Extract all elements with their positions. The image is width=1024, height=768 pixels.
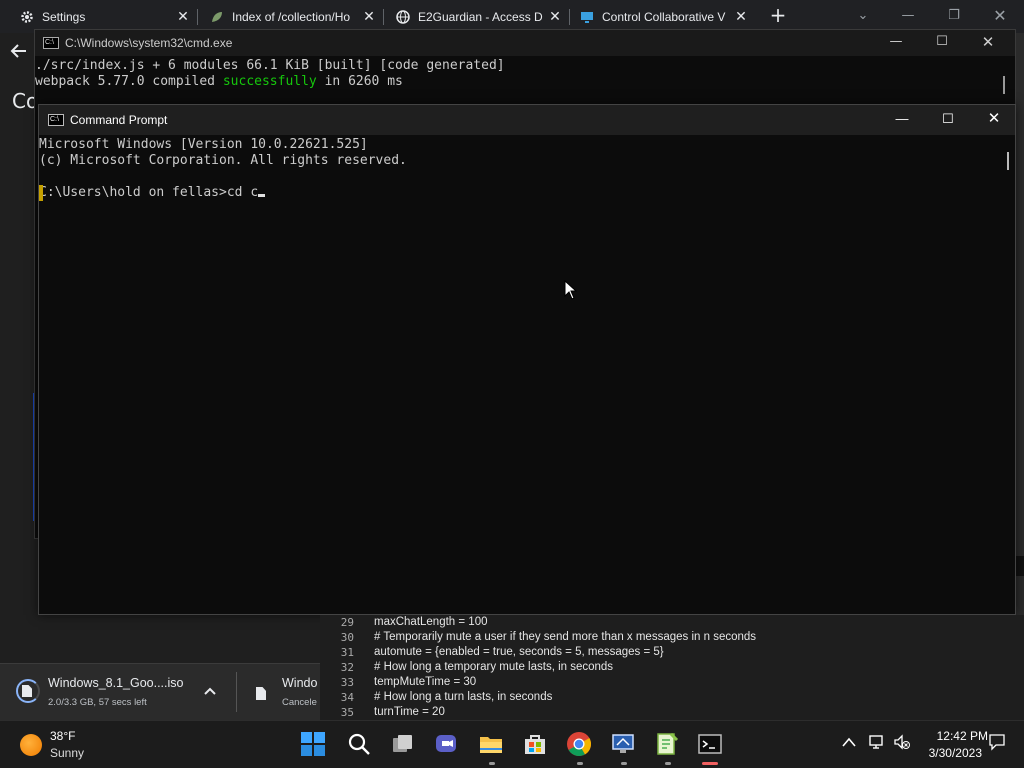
notification-icon[interactable] — [988, 733, 1006, 755]
code-line[interactable]: maxChatLength = 100 — [374, 615, 487, 630]
code-line[interactable]: tempMuteTime = 30 — [374, 675, 476, 690]
file-explorer-icon[interactable] — [478, 731, 506, 759]
close-tab-icon[interactable]: ✕ — [176, 9, 190, 23]
network-icon[interactable] — [868, 733, 886, 755]
mouse-pointer-icon — [564, 279, 578, 304]
download-filename[interactable]: Windows_8.1_Goo....iso — [48, 676, 184, 690]
download-bar: Windows_8.1_Goo....iso 2.0/3.3 GB, 57 se… — [0, 663, 320, 720]
console-text: in 6260 ms — [316, 74, 403, 89]
terminal-icon[interactable] — [697, 731, 725, 759]
tab-label: E2Guardian - Access D — [418, 9, 543, 24]
file-icon — [256, 687, 266, 700]
tab-label: Index of /collection/Ho — [232, 9, 351, 24]
line-number: 32 — [340, 661, 354, 674]
console-line: webpack 5.77.0 compiled successfully in … — [35, 74, 505, 90]
console-line: (c) Microsoft Corporation. All rights re… — [39, 153, 407, 168]
cmd-titlebar[interactable]: C:\ C:\Windows\system32\cmd.exe — [35, 30, 1015, 56]
console-text: webpack 5.77.0 compiled — [35, 74, 223, 89]
globe-icon — [396, 9, 410, 24]
code-line[interactable]: # Temporarily mute a user if they send m… — [374, 630, 756, 645]
maximize-button[interactable]: ☐ — [925, 105, 971, 135]
chat-icon[interactable] — [434, 731, 462, 759]
task-view-icon[interactable] — [390, 731, 418, 759]
cmd-window-title: Command Prompt — [70, 113, 168, 127]
code-line[interactable]: # How long a temporary mute lasts, in se… — [374, 660, 613, 675]
line-number: 31 — [340, 646, 354, 659]
running-indicator — [577, 762, 583, 765]
close-button[interactable]: ✕ — [971, 105, 1017, 135]
browser-restore-icon[interactable]: ❐ — [944, 6, 964, 26]
windows-start-icon[interactable] — [300, 731, 328, 759]
code-line[interactable]: automute = {enabled = true, seconds = 5,… — [374, 645, 664, 660]
gear-icon — [20, 10, 34, 24]
clock-time[interactable]: 12:42 PM — [926, 729, 988, 743]
taskbar: 38°F Sunny 12:42 PM 3/30/2023 — [0, 720, 1024, 768]
new-tab-icon[interactable]: + — [768, 5, 788, 26]
line-number: 30 — [340, 631, 354, 644]
leaf-icon — [210, 10, 224, 24]
close-tab-icon[interactable]: ✕ — [734, 9, 748, 23]
weather-temperature[interactable]: 38°F — [50, 729, 75, 743]
back-arrow-icon[interactable] — [10, 41, 28, 65]
running-indicator — [665, 762, 671, 765]
download-status: 2.0/3.3 GB, 57 secs left — [48, 697, 147, 708]
notepad-plus-icon[interactable] — [654, 731, 682, 759]
download-filename[interactable]: Windo — [282, 676, 320, 690]
active-indicator — [702, 762, 718, 765]
volume-muted-icon[interactable] — [893, 733, 911, 755]
console-status-success: successfully — [222, 74, 317, 89]
line-number: 34 — [340, 691, 354, 704]
minimize-button[interactable]: — — [873, 30, 919, 56]
code-line[interactable]: # How long a turn lasts, in seconds — [374, 690, 552, 705]
browser-close-icon[interactable]: ✕ — [990, 6, 1010, 26]
command-prompt-window[interactable]: C:\ Command Prompt — ☐ ✕ Microsoft Windo… — [38, 104, 1016, 615]
tab-label: Settings — [42, 9, 86, 24]
running-indicator — [489, 762, 495, 765]
minimize-button[interactable]: — — [879, 105, 925, 135]
running-indicator — [621, 762, 627, 765]
code-line[interactable]: turnTime = 20 — [374, 705, 445, 720]
microsoft-store-icon[interactable] — [522, 731, 550, 759]
download-divider — [236, 672, 237, 712]
text-cursor — [258, 194, 266, 197]
line-marker — [39, 185, 43, 201]
console-output: Microsoft Windows [Version 10.0.22621.52… — [39, 137, 407, 201]
console-output: ./src/index.js + 6 modules 66.1 KiB [bui… — [35, 58, 505, 90]
chevron-up-icon[interactable] — [842, 735, 856, 751]
search-icon[interactable] — [346, 731, 374, 759]
chrome-icon[interactable] — [566, 731, 594, 759]
line-number: 33 — [340, 676, 354, 689]
console-line: Microsoft Windows [Version 10.0.22621.52… — [39, 137, 368, 152]
maximize-button[interactable]: ☐ — [919, 30, 965, 56]
sun-icon[interactable] — [20, 734, 42, 756]
prompt-line[interactable]: C:\Users\hold on fellas>cd c — [39, 185, 407, 201]
tab-label: Control Collaborative V — [602, 9, 726, 24]
clock-date[interactable]: 3/30/2023 — [920, 746, 982, 760]
close-tab-icon[interactable]: ✕ — [362, 9, 376, 23]
scrollbar-thumb[interactable] — [1007, 152, 1009, 170]
chevron-up-icon[interactable] — [204, 684, 216, 699]
scrollbar-thumb[interactable] — [1003, 76, 1005, 94]
console-line: ./src/index.js + 6 modules 66.1 KiB [bui… — [35, 58, 505, 73]
browser-minimize-icon[interactable]: — — [898, 6, 918, 26]
config-editor[interactable]: 29 maxChatLength = 100 30 # Temporarily … — [320, 615, 1024, 720]
tab-search-chevron-icon[interactable]: ⌄ — [853, 6, 873, 26]
console-icon: C:\ — [43, 37, 59, 49]
remote-desktop-icon[interactable] — [610, 731, 638, 759]
close-button[interactable]: ✕ — [965, 30, 1011, 56]
cmd-window-title: C:\Windows\system32\cmd.exe — [65, 36, 233, 50]
download-status: Cancele — [282, 697, 317, 708]
weather-condition[interactable]: Sunny — [50, 746, 84, 760]
line-number: 29 — [340, 616, 354, 629]
prompt-path: C:\Users\hold on fellas> — [39, 185, 227, 200]
cmd-titlebar[interactable]: C:\ Command Prompt — ☐ ✕ — [39, 105, 1015, 135]
console-icon: C:\ — [48, 114, 64, 126]
monitor-icon — [580, 10, 594, 24]
typed-command[interactable]: cd c — [227, 185, 258, 200]
line-number: 35 — [340, 706, 354, 719]
page-right-edge-dark — [1016, 556, 1024, 576]
